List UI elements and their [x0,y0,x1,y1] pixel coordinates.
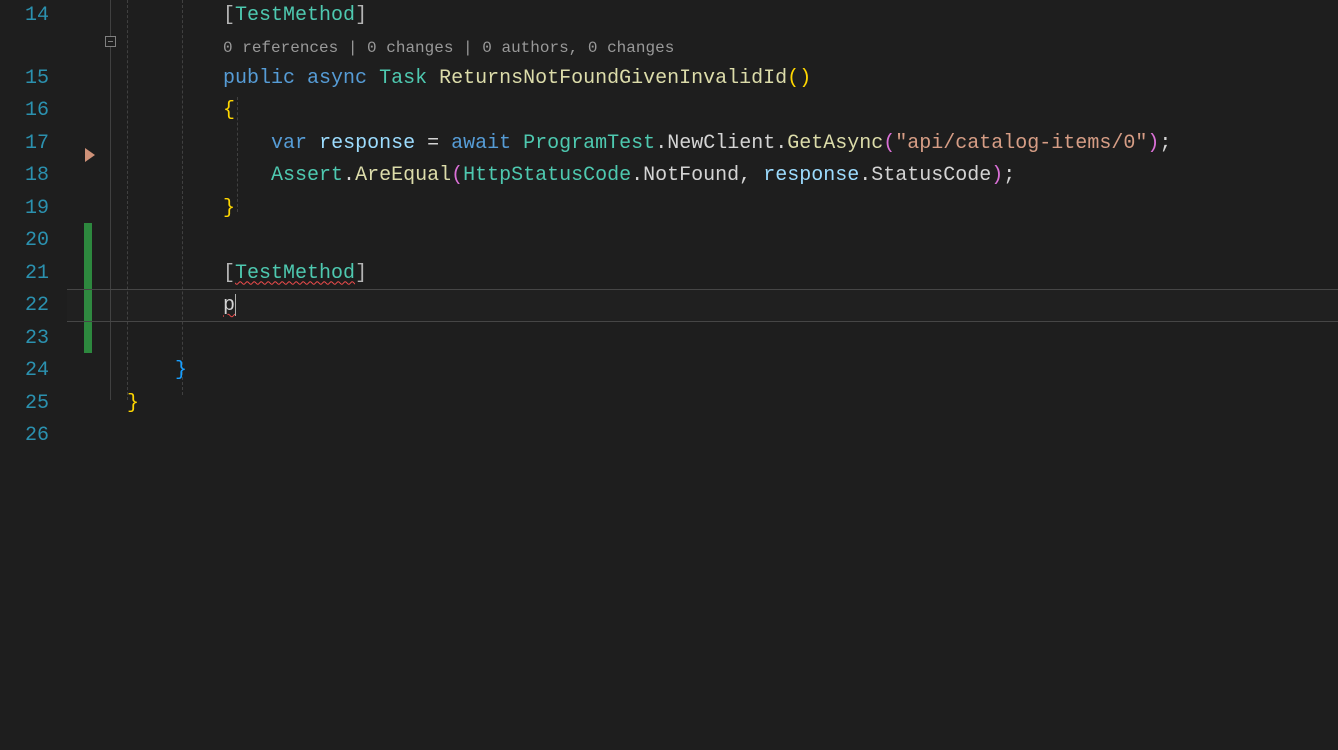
dot: . [343,164,355,187]
code-line[interactable]: public async Task ReturnsNotFoundGivenIn… [127,63,1338,96]
type-task: Task [379,67,427,90]
codelens-line[interactable]: 0 references | 0 changes | 0 authors, 0 … [127,33,1338,63]
brace-close: } [127,392,139,415]
fold-toggle-icon[interactable] [105,36,116,47]
line-number: 18 [0,160,67,193]
codelens-text[interactable]: 0 references | 0 changes | 0 authors, 0 … [223,39,674,57]
operator-eq: = [427,132,439,155]
code-line[interactable]: [TestMethod] [127,258,1338,291]
line-number: 24 [0,355,67,388]
dot: . [859,164,871,187]
code-line[interactable] [127,225,1338,258]
line-number: 17 [0,128,67,161]
bracket-open: [ [223,262,235,285]
paren-close: ) [799,67,811,90]
type-httpstatuscode: HttpStatusCode [463,164,631,187]
line-number: 21 [0,258,67,291]
member-newclient: NewClient [667,132,775,155]
code-line[interactable] [127,323,1338,356]
method-getasync: GetAsync [787,132,883,155]
variable-response: response [763,164,859,187]
line-number: 15 [0,63,67,96]
line-number: 14 [0,0,67,33]
paren-open: ( [883,132,895,155]
code-line[interactable]: } [127,355,1338,388]
code-line[interactable]: { [127,95,1338,128]
dot: . [775,132,787,155]
member-notfound: NotFound [643,164,739,187]
bracket-open: [ [223,4,235,27]
line-number: 19 [0,193,67,226]
attribute-name: TestMethod [235,4,355,27]
code-line[interactable]: } [127,193,1338,226]
brace-open: { [223,99,235,122]
typing-text: p [223,294,235,317]
code-line-current[interactable]: p [127,290,1338,323]
line-number: 25 [0,388,67,421]
code-line[interactable]: Assert.AreEqual(HttpStatusCode.NotFound,… [127,160,1338,193]
type-assert: Assert [271,164,343,187]
line-number [0,33,67,63]
dot: . [655,132,667,155]
paren-close: ) [991,164,1003,187]
dot: . [631,164,643,187]
bracket-close: ] [355,4,367,27]
brace-close: } [175,359,187,382]
keyword-public: public [223,67,295,90]
change-indicator [84,223,92,353]
keyword-await: await [451,132,511,155]
editor-margin [67,0,127,750]
string-literal: "api/catalog-items/0" [895,132,1147,155]
bracket-close: ] [355,262,367,285]
paren-close: ) [1147,132,1159,155]
semicolon: ; [1159,132,1171,155]
code-content-area[interactable]: [TestMethod] 0 references | 0 changes | … [127,0,1338,750]
code-line[interactable]: } [127,388,1338,421]
line-number: 26 [0,420,67,453]
keyword-async: async [307,67,367,90]
method-areequal: AreEqual [355,164,451,187]
brace-close: } [223,197,235,220]
line-number: 20 [0,225,67,258]
attribute-name-error: TestMethod [235,262,355,285]
comma: , [739,164,751,187]
fold-line [110,0,111,400]
code-line[interactable] [127,420,1338,453]
semicolon: ; [1003,164,1015,187]
paren-open: ( [787,67,799,90]
code-line[interactable]: [TestMethod] [127,0,1338,33]
line-number: 16 [0,95,67,128]
code-line[interactable]: var response = await ProgramTest.NewClie… [127,128,1338,161]
run-test-icon[interactable] [85,148,95,162]
type-programtest: ProgramTest [523,132,655,155]
member-statuscode: StatusCode [871,164,991,187]
keyword-var: var [271,132,307,155]
text-cursor [235,294,236,316]
paren-open: ( [451,164,463,187]
variable-response: response [319,132,415,155]
line-number: 23 [0,323,67,356]
code-editor[interactable]: 14 15 16 17 18 19 20 21 22 23 24 25 26 [… [0,0,1338,750]
line-number: 22 [0,290,67,323]
line-number-gutter: 14 15 16 17 18 19 20 21 22 23 24 25 26 [0,0,67,750]
method-name: ReturnsNotFoundGivenInvalidId [439,67,787,90]
